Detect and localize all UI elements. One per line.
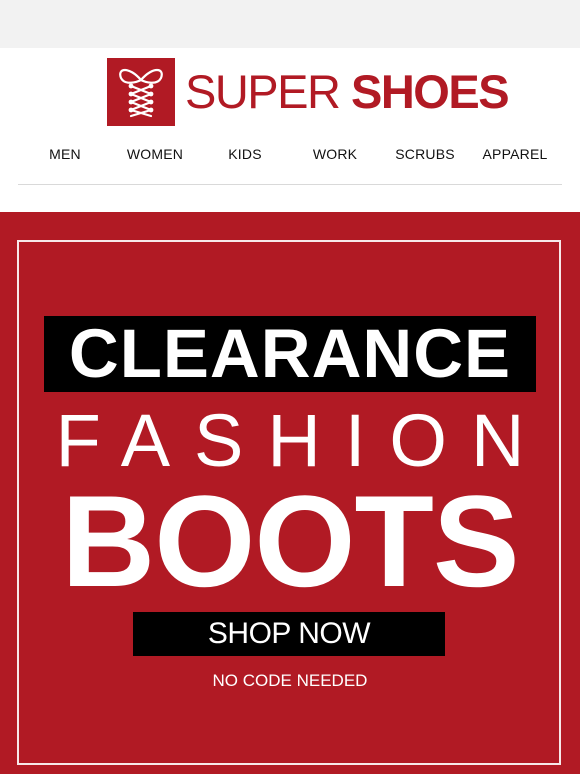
nav-item-women[interactable]: WOMEN (110, 146, 200, 162)
top-bar (0, 0, 580, 48)
nav-item-men[interactable]: MEN (20, 146, 110, 162)
hero-title-clearance: CLEARANCE (44, 316, 536, 392)
no-code-note: NO CODE NEEDED (212, 671, 368, 690)
main-nav: MEN WOMEN KIDS WORK SCRUBS APPAREL (20, 140, 560, 168)
super-shoes-logo[interactable]: SUPER SHOES (107, 58, 510, 126)
shoelace-icon (119, 68, 163, 118)
hero-banner[interactable]: CLEARANCE FASHION BOOTS SHOP NOW NO CODE… (0, 212, 580, 774)
nav-item-apparel[interactable]: APPAREL (470, 146, 560, 162)
logo-mark (107, 58, 175, 126)
header-divider (18, 184, 562, 185)
logo-text-shoes: SHOES (351, 65, 510, 118)
logo-text-super: SUPER (185, 65, 341, 118)
hero-title-boots: BOOTS (61, 468, 519, 614)
shop-now-button[interactable]: SHOP NOW (133, 612, 445, 656)
logo-wordmark: SUPER SHOES (185, 64, 510, 120)
nav-item-work[interactable]: WORK (290, 146, 380, 162)
nav-item-kids[interactable]: KIDS (200, 146, 290, 162)
nav-item-scrubs[interactable]: SCRUBS (380, 146, 470, 162)
